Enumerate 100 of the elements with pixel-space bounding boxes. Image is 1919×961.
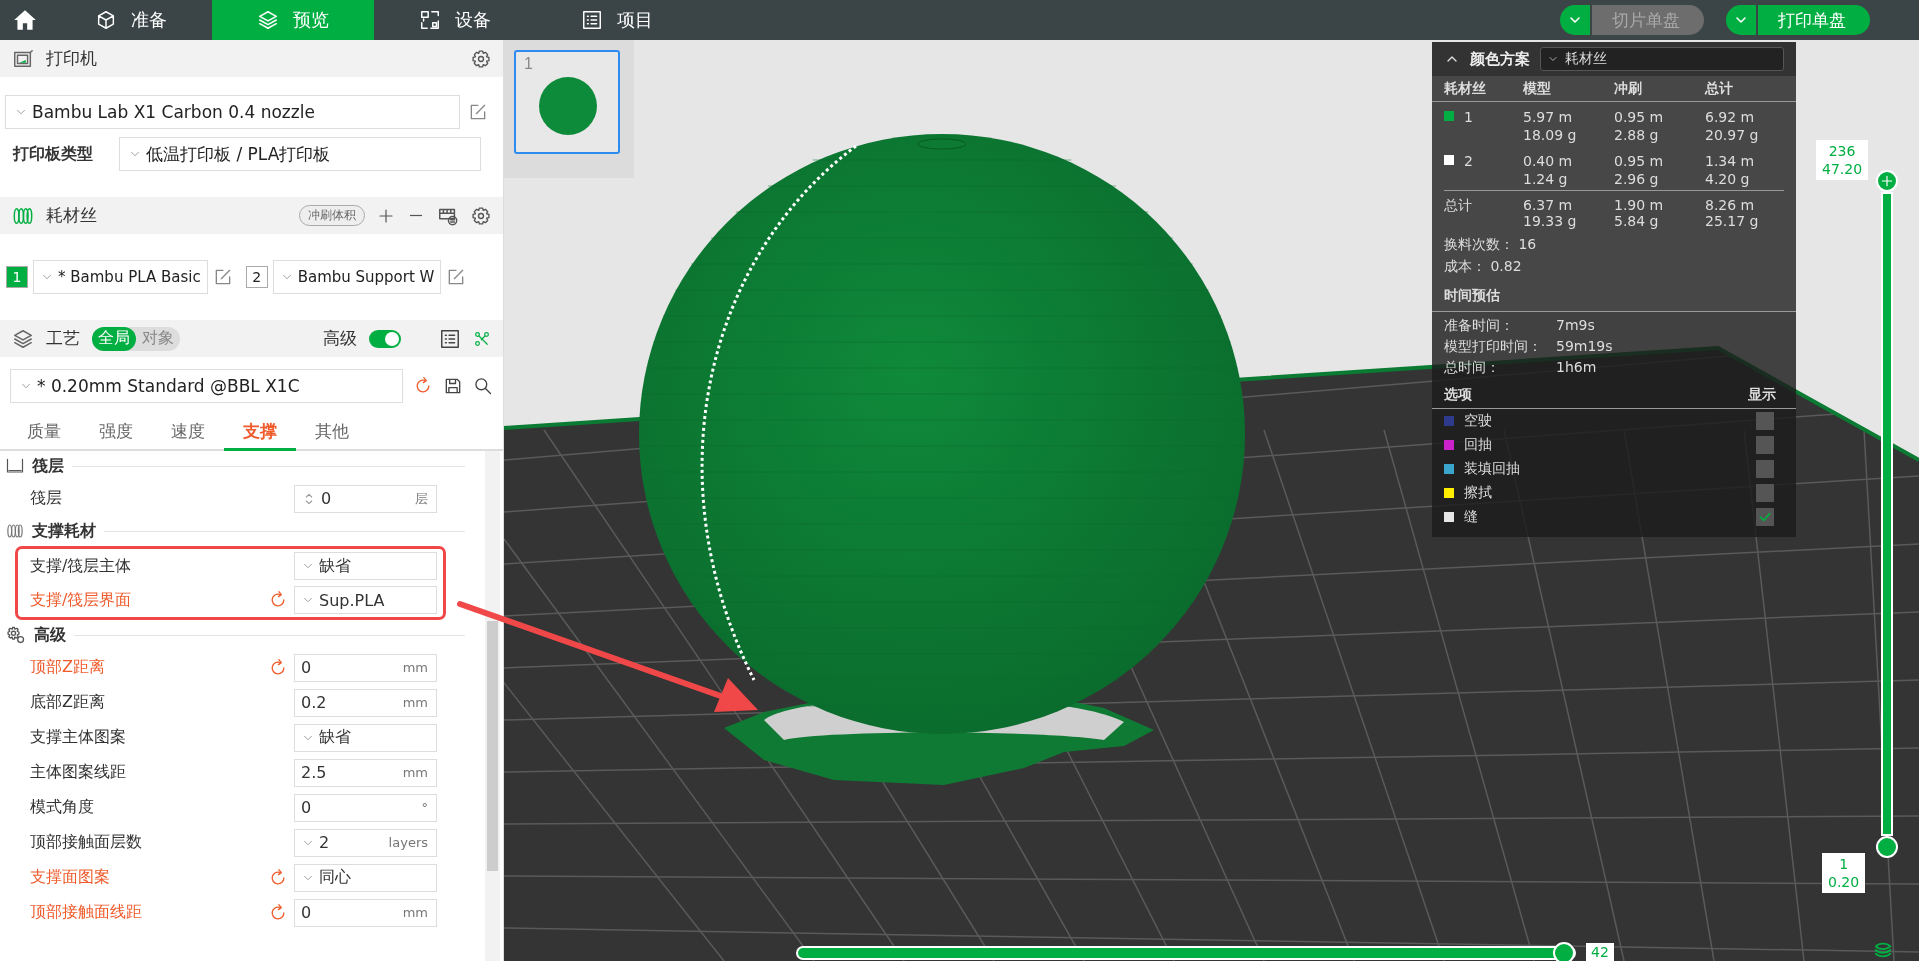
section-title: 支撑耗材 xyxy=(32,520,96,542)
settings-tab[interactable]: 强度 xyxy=(80,415,152,451)
checkbox[interactable] xyxy=(1756,412,1774,430)
panel-title: 工艺 xyxy=(46,327,80,350)
settings-button[interactable] xyxy=(471,48,491,69)
option-label: 装填回抽 xyxy=(1464,460,1521,478)
section-title: 筏层 xyxy=(32,455,64,477)
flush-volume-button[interactable]: 冲刷体积 xyxy=(299,205,365,226)
list-view-button[interactable] xyxy=(439,327,461,350)
setting-label: 支撑/筏层主体 xyxy=(30,555,133,577)
dropdown[interactable]: Sup.PLA xyxy=(294,586,437,614)
option-label: 回抽 xyxy=(1464,436,1493,454)
edit-button[interactable] xyxy=(468,102,488,122)
gears-icon xyxy=(6,625,26,645)
dropdown[interactable]: 同心 xyxy=(294,863,437,892)
advanced-toggle[interactable] xyxy=(369,329,401,348)
input-field[interactable]: 0 ° xyxy=(294,793,437,822)
filament-number: 2 xyxy=(1464,152,1473,170)
minus-icon xyxy=(407,214,425,217)
slider-thumb[interactable] xyxy=(1876,170,1898,192)
layer-number: 1 xyxy=(1839,855,1849,873)
setting-label: 支撑/筏层界面 xyxy=(30,589,133,611)
column-header: 耗材丝 xyxy=(1444,80,1487,98)
settings-tab[interactable]: 其他 xyxy=(296,415,368,451)
layer-height: 0.20 xyxy=(1828,873,1860,891)
setting-label: 主体图案线距 xyxy=(30,762,127,783)
dropdown[interactable]: 缺省 xyxy=(294,723,437,752)
table-cell-text: 0.95 m xyxy=(1614,108,1665,126)
plate-type-dropdown[interactable]: 低温打印板 / PLA打印板 xyxy=(119,137,481,171)
remove-button[interactable] xyxy=(407,214,425,217)
input-field[interactable]: 0 mm xyxy=(294,653,437,682)
checkbox[interactable] xyxy=(1756,484,1774,502)
checkbox[interactable] xyxy=(1756,460,1774,478)
spin-field[interactable]: 0 层 xyxy=(294,484,437,513)
settings-icon xyxy=(471,48,491,69)
section-title: 时间预估 xyxy=(1444,287,1500,303)
tools-button[interactable] xyxy=(473,329,491,348)
color-scheme-dropdown[interactable]: 耗材丝 xyxy=(1540,47,1784,71)
table-cell-text: 5.97 m xyxy=(1523,108,1574,126)
save-button[interactable] xyxy=(443,376,463,396)
table-cell-text: 2.88 g xyxy=(1614,126,1660,144)
option-label: 缝 xyxy=(1464,508,1479,526)
move-tooltip: 42 xyxy=(1586,943,1614,961)
unit-label: mm xyxy=(402,695,428,710)
table-cell-text: 5.84 g xyxy=(1614,213,1660,229)
dropdown-value: Bambu Lab X1 Carbon 0.4 nozzle xyxy=(32,102,315,122)
table-cell-text: 2.96 g xyxy=(1614,170,1660,188)
settings-button[interactable] xyxy=(471,205,491,226)
field-value: 缺省 xyxy=(319,727,352,748)
section-title: 高级 xyxy=(34,624,66,646)
unit-label: layers xyxy=(388,835,428,850)
filament-dropdown[interactable]: * Bambu PLA Basic xyxy=(33,260,208,294)
search-button[interactable] xyxy=(473,376,493,396)
unit-label: mm xyxy=(402,765,428,780)
input-field[interactable]: 2.5 mm xyxy=(294,758,437,787)
field-value: 0 xyxy=(301,903,313,922)
input-field[interactable]: 0 mm xyxy=(294,898,437,927)
panel-title: 耗材丝 xyxy=(46,204,97,227)
dropdown-button[interactable] xyxy=(1726,5,1756,35)
devices-icon xyxy=(419,9,441,31)
filament-number: 1 xyxy=(6,266,28,288)
field-value: 0 xyxy=(301,798,313,817)
table-cell-text: 19.33 g xyxy=(1523,213,1578,229)
filament-dropdown[interactable]: Bambu Support W xyxy=(272,260,442,294)
settings-tab[interactable]: 质量 xyxy=(8,415,80,451)
raft-icon xyxy=(6,457,24,475)
column-header: 选项 xyxy=(1444,386,1472,404)
settings-tab[interactable]: 速度 xyxy=(152,415,224,451)
process-dropdown[interactable]: * 0.20mm Standard @BBL X1C xyxy=(10,369,403,403)
cube-icon xyxy=(95,9,117,31)
checkbox[interactable] xyxy=(1756,508,1774,526)
dropdown[interactable]: 2 layers xyxy=(294,828,437,857)
field-value: 缺省 xyxy=(319,555,352,577)
checkbox[interactable] xyxy=(1756,436,1774,454)
time-value: 59m19s xyxy=(1556,337,1614,355)
nav-tab[interactable]: 准备 xyxy=(50,0,212,40)
dropdown-value: * Bambu PLA Basic xyxy=(58,268,201,286)
dropdown-button[interactable] xyxy=(1560,5,1590,35)
layer-height: 47.20 xyxy=(1822,160,1863,178)
printer-dropdown[interactable]: Bambu Lab X1 Carbon 0.4 nozzle xyxy=(5,95,460,129)
table-cell-text: 4.20 g xyxy=(1705,170,1751,188)
time-label: 模型打印时间： xyxy=(1444,337,1543,355)
nav-tab[interactable]: 设备 xyxy=(374,0,536,40)
field-value: 0 xyxy=(301,658,313,677)
column-header: 总计 xyxy=(1705,80,1734,98)
input-field[interactable]: 0.2 mm xyxy=(294,688,437,717)
filament-number: 1 xyxy=(1464,108,1473,126)
unit-label: 层 xyxy=(415,489,428,508)
table-cell-text: 25.17 g xyxy=(1705,213,1760,229)
scrollbar[interactable] xyxy=(485,451,500,961)
setting-label: 顶部Z距离 xyxy=(30,657,106,678)
field-value: 2 xyxy=(319,833,331,852)
printer-icon xyxy=(12,47,34,70)
time-value: 1h6m xyxy=(1556,358,1598,376)
nav-tab[interactable]: 项目 xyxy=(536,0,698,40)
table-cell-text: 20.97 g xyxy=(1705,126,1760,144)
unit-label: ° xyxy=(421,800,428,815)
setting-label: 模式角度 xyxy=(30,797,95,818)
dropdown[interactable]: 缺省 xyxy=(294,552,437,580)
table-cell-text: 8.26 m xyxy=(1705,197,1756,213)
